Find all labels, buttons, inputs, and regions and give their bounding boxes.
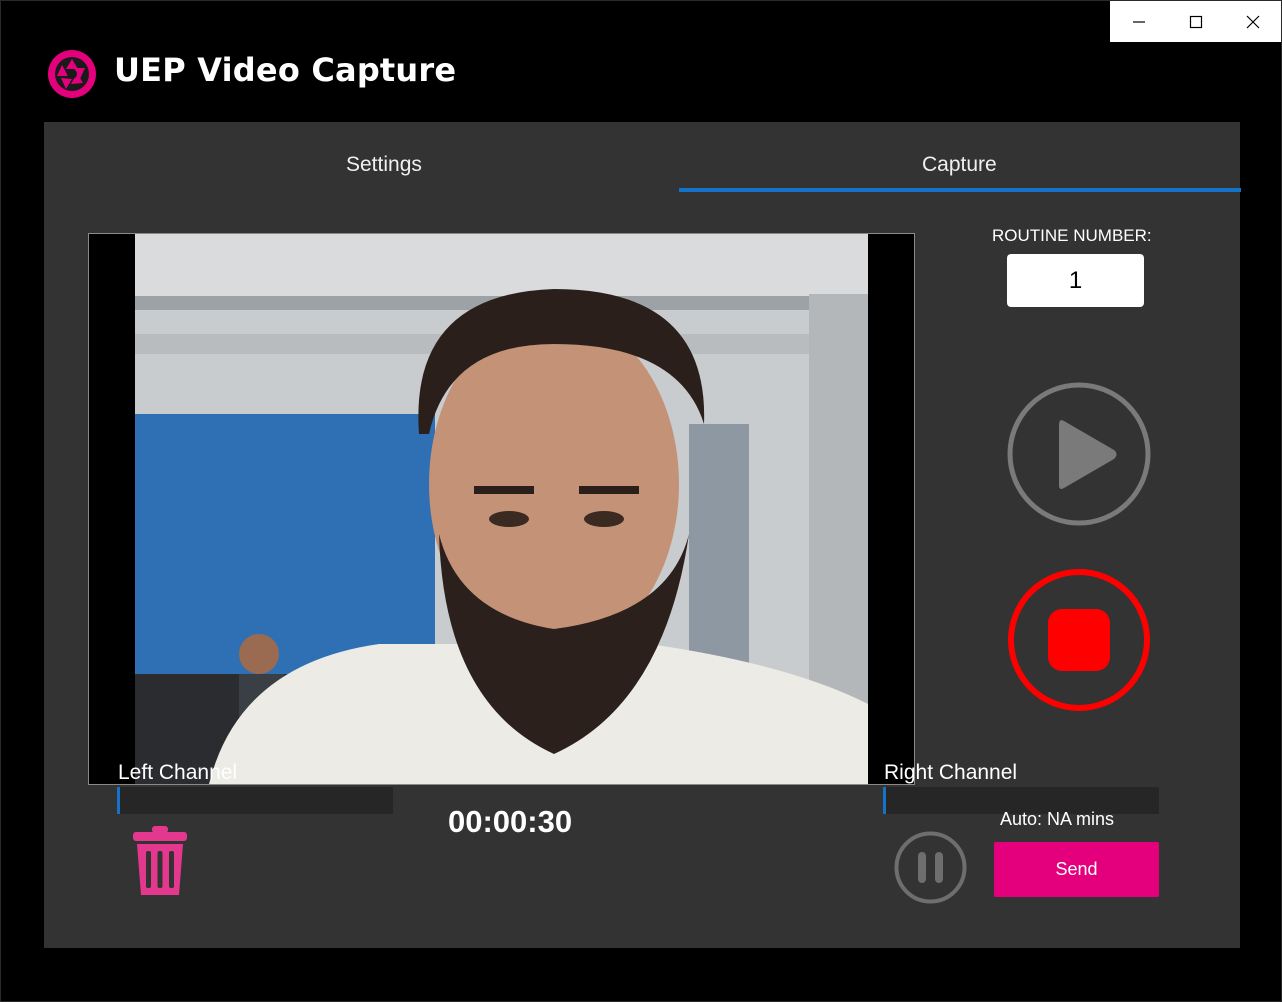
send-button[interactable]: Send	[994, 842, 1159, 897]
left-channel-meter	[117, 787, 393, 814]
main-panel: Settings Capture Left Channel Right Chan…	[44, 122, 1241, 948]
left-channel-label: Left Channel	[118, 761, 238, 784]
close-icon	[1246, 15, 1259, 28]
app-window: UEP Video Capture Settings Capture Left …	[0, 0, 1282, 1002]
auto-duration-text: Auto: NA mins	[1000, 809, 1115, 829]
play-icon	[1007, 382, 1151, 526]
recording-timer: 00:00:30	[448, 804, 573, 839]
maximize-button[interactable]	[1167, 1, 1224, 42]
pause-button[interactable]	[893, 830, 968, 905]
pause-icon	[894, 831, 967, 904]
routine-number-label: ROUTINE NUMBER:	[992, 226, 1152, 245]
video-preview	[88, 233, 915, 785]
tab-selected-indicator	[679, 188, 1241, 192]
close-button[interactable]	[1224, 1, 1281, 42]
left-level-fill	[117, 787, 120, 814]
window-controls	[1110, 1, 1281, 42]
app-logo-icon	[47, 49, 97, 99]
maximize-icon	[1189, 15, 1202, 28]
routine-number-input[interactable]	[1007, 254, 1144, 307]
app-title: UEP Video Capture	[114, 51, 457, 89]
play-button[interactable]	[1006, 381, 1152, 527]
minimize-icon	[1132, 20, 1145, 23]
trash-icon	[133, 826, 187, 895]
minimize-button[interactable]	[1110, 1, 1167, 42]
record-stop-button[interactable]	[1006, 567, 1152, 713]
delete-button[interactable]	[132, 825, 188, 897]
right-channel-label: Right Channel	[884, 761, 1018, 784]
stop-icon	[1008, 569, 1150, 711]
tab-settings[interactable]: Settings	[346, 152, 422, 178]
tab-capture[interactable]: Capture	[922, 152, 997, 178]
right-level-fill	[883, 787, 886, 814]
